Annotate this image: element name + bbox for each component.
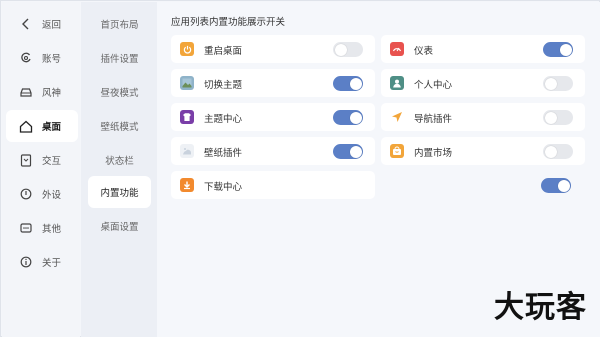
toggle-knob: [349, 77, 362, 90]
feature-row-download-center: 下载中心: [171, 171, 571, 199]
desktop-subnav: 首页布局 插件设置 昼夜模式 壁纸模式 状态栏 内置功能 桌面设置: [81, 2, 157, 337]
subnav-item-label: 桌面设置: [100, 222, 139, 233]
sidebar-item-label: 风神: [42, 88, 62, 99]
theme-center-icon: [180, 110, 194, 124]
subnav-item-label: 状态栏: [105, 156, 134, 167]
feature-row-builtin-market: 内置市场: [381, 137, 585, 165]
app-window: 返回 账号 风神 桌面 交互 外设 其他 关于 首页布局 插件设置 昼夜模式 壁…: [0, 0, 600, 337]
subnav-item-label: 昼夜模式: [100, 88, 139, 99]
gauge-icon: [390, 42, 404, 56]
subnav-item-home-layout[interactable]: 首页布局: [88, 8, 151, 40]
sidebar-item-peripheral[interactable]: 外设: [6, 178, 78, 210]
feature-label: 切换主题: [204, 80, 243, 91]
feature-label: 内置市场: [414, 148, 453, 159]
home-icon: [18, 118, 34, 134]
restart-icon: [180, 42, 194, 56]
subnav-item-wallpaper-mode[interactable]: 壁纸模式: [88, 110, 151, 142]
profile-icon: [390, 76, 404, 90]
toggle-knob: [557, 179, 570, 192]
subnav-item-builtin-features[interactable]: 内置功能: [88, 176, 151, 208]
sidebar-item-account[interactable]: 账号: [6, 42, 78, 74]
toggle-knob: [334, 43, 347, 56]
page-title: 应用列表内置功能展示开关: [171, 17, 286, 28]
toggle-gauge[interactable]: [543, 42, 573, 57]
sidebar-item-label: 外设: [42, 190, 62, 201]
subnav-item-desktop-settings[interactable]: 桌面设置: [88, 210, 151, 242]
sidebar-item-label: 其他: [42, 224, 62, 235]
feature-label: 导航插件: [414, 114, 453, 125]
sidebar-item-other[interactable]: 其他: [6, 212, 78, 244]
sidebar-item-label: 返回: [42, 20, 62, 31]
subnav-item-day-night-mode[interactable]: 昼夜模式: [88, 76, 151, 108]
feature-row-theme-center: 主题中心: [171, 103, 375, 131]
feature-row-profile: 个人中心: [381, 69, 585, 97]
sidebar-item-label: 桌面: [42, 122, 62, 133]
info-icon: [18, 254, 34, 270]
download-icon: [180, 178, 194, 192]
interaction-icon: [18, 152, 34, 168]
subnav-item-label: 内置功能: [100, 188, 139, 199]
feature-row-wallpaper-plugin: 壁纸插件: [171, 137, 375, 165]
feature-label: 个人中心: [414, 80, 453, 91]
toggle-knob: [559, 43, 572, 56]
back-icon: [18, 16, 34, 32]
wallpaper-icon: [180, 144, 194, 158]
watermark-logo: 大玩客: [494, 290, 587, 325]
sidebar-item-label: 交互: [42, 156, 62, 167]
car-icon: [18, 84, 34, 100]
toggle-knob: [349, 111, 362, 124]
sidebar-item-desktop[interactable]: 桌面: [6, 110, 78, 142]
other-icon: [18, 220, 34, 236]
toggle-download-center[interactable]: [541, 178, 571, 193]
feature-row-restart-desktop: 重启桌面: [171, 35, 375, 63]
subnav-item-label: 壁纸模式: [100, 122, 139, 133]
toggle-switch-theme[interactable]: [333, 76, 363, 91]
toggle-profile[interactable]: [543, 76, 573, 91]
feature-label: 壁纸插件: [204, 148, 243, 159]
feature-label: 仪表: [414, 46, 434, 57]
toggle-theme-center[interactable]: [333, 110, 363, 125]
toggle-wallpaper-plugin[interactable]: [333, 144, 363, 159]
feature-row-switch-theme: 切换主题: [171, 69, 375, 97]
sidebar-item-label: 账号: [42, 54, 62, 65]
sidebar-item-label: 关于: [42, 258, 62, 269]
feature-row-gauge: 仪表: [381, 35, 585, 63]
feature-row-navigation-plugin: 导航插件: [381, 103, 585, 131]
peripheral-icon: [18, 186, 34, 202]
feature-label: 重启桌面: [204, 46, 243, 57]
toggle-knob: [544, 77, 557, 90]
toggle-knob: [544, 111, 557, 124]
toggle-navigation-plugin[interactable]: [543, 110, 573, 125]
feature-label: 主题中心: [204, 114, 243, 125]
toggle-restart-desktop[interactable]: [333, 42, 363, 57]
market-icon: [390, 144, 404, 158]
sidebar-item-back[interactable]: 返回: [6, 8, 78, 40]
subnav-item-label: 插件设置: [100, 54, 139, 65]
subnav-item-label: 首页布局: [100, 20, 139, 31]
toggle-builtin-market[interactable]: [543, 144, 573, 159]
subnav-item-plugin-settings[interactable]: 插件设置: [88, 42, 151, 74]
theme-switch-icon: [180, 76, 194, 90]
sidebar-item-about[interactable]: 关于: [6, 246, 78, 278]
feature-label: 下载中心: [204, 182, 243, 193]
subnav-item-status-bar[interactable]: 状态栏: [88, 144, 151, 176]
main-sidebar: 返回 账号 风神 桌面 交互 外设 其他 关于: [2, 2, 80, 337]
toggle-knob: [349, 145, 362, 158]
sidebar-item-car[interactable]: 风神: [6, 76, 78, 108]
toggle-knob: [544, 145, 557, 158]
account-icon: [18, 50, 34, 66]
sidebar-item-interaction[interactable]: 交互: [6, 144, 78, 176]
navigation-icon: [390, 110, 404, 124]
